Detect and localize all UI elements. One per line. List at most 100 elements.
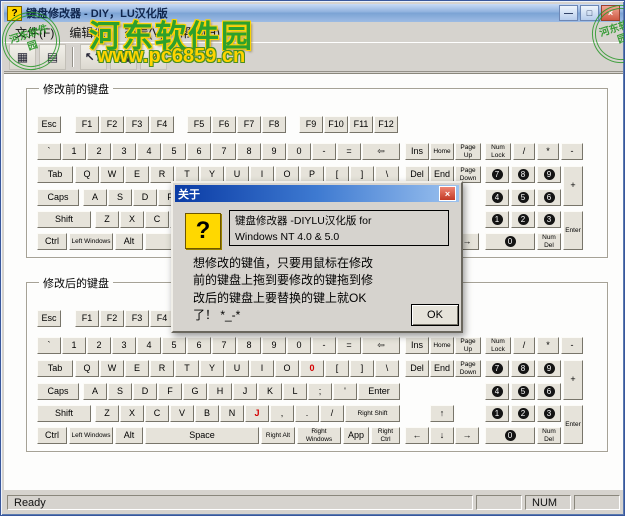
key-shift[interactable]: Shift [37,405,91,422]
key-w[interactable]: W [100,360,124,377]
key-7[interactable]: 7 [212,337,236,354]
key-j[interactable]: J [245,405,269,422]
key-backspace[interactable]: ⇦ [362,143,400,160]
key-n[interactable]: N [220,405,244,422]
key-d[interactable]: D [133,189,157,206]
key-enter[interactable]: Enter [563,405,583,444]
key-a[interactable]: A [83,189,107,206]
key-g[interactable]: G [183,383,207,400]
key-comma[interactable]: , [270,405,294,422]
key-num-lock[interactable]: Num Lock [485,337,511,354]
key-4[interactable]: 4 [485,189,509,206]
key-1[interactable]: 1 [485,211,509,228]
key-2[interactable]: 2 [87,337,111,354]
key-r[interactable]: R [150,360,174,377]
key-z[interactable]: Z [95,211,119,228]
key-6[interactable]: 6 [187,143,211,160]
key-home[interactable]: Home [430,143,454,160]
key-5[interactable]: 5 [511,383,535,400]
close-button[interactable]: × [601,5,620,21]
key-9[interactable]: 9 [262,143,286,160]
key-7[interactable]: 7 [212,143,236,160]
key-0[interactable]: 0 [485,233,535,250]
key-5[interactable]: 5 [162,337,186,354]
key-minus[interactable]: - [561,143,583,160]
key-7[interactable]: 7 [485,360,509,377]
key-app[interactable]: App [343,427,369,444]
key-6[interactable]: 6 [537,383,561,400]
key-num-lock[interactable]: Num Lock [485,143,511,160]
key-arrow-left[interactable]: ← [405,427,429,444]
key-q[interactable]: Q [75,360,99,377]
key-arrow-up[interactable]: ↑ [430,405,454,422]
key-e[interactable]: E [125,360,149,377]
key-4[interactable]: 4 [137,143,161,160]
key-i[interactable]: I [250,360,274,377]
key-j[interactable]: J [233,383,257,400]
key-9[interactable]: 9 [537,360,561,377]
key-1[interactable]: 1 [62,337,86,354]
key-f3[interactable]: F3 [125,310,149,327]
key-f12[interactable]: F12 [374,116,398,133]
key-tab[interactable]: Tab [37,166,73,183]
key-slash[interactable]: / [513,143,535,160]
key-plus[interactable]: + [563,360,583,400]
key-8[interactable]: 8 [511,166,535,183]
key-ins[interactable]: Ins [405,143,429,160]
key-8[interactable]: 8 [511,360,535,377]
key-bracket-close[interactable]: ] [350,360,374,377]
key-minus[interactable]: - [312,143,336,160]
key-backspace[interactable]: ⇦ [362,337,400,354]
key-backtick[interactable]: ` [37,143,61,160]
key-d[interactable]: D [133,383,157,400]
key-4[interactable]: 4 [485,383,509,400]
key-h[interactable]: H [208,383,232,400]
key-x[interactable]: X [120,211,144,228]
key-f2[interactable]: F2 [100,116,124,133]
key-f9[interactable]: F9 [299,116,323,133]
key-2[interactable]: 2 [511,405,535,422]
key-minus[interactable]: - [312,337,336,354]
key-u[interactable]: U [225,360,249,377]
key-right-shift[interactable]: Right Shift [345,405,400,422]
key-del[interactable]: Del [405,360,429,377]
key-esc[interactable]: Esc [37,310,61,327]
key-5[interactable]: 5 [162,143,186,160]
key-plus[interactable]: + [563,166,583,206]
key-3[interactable]: 3 [112,337,136,354]
maximize-button[interactable]: □ [580,5,599,21]
key-asterisk[interactable]: * [537,337,559,354]
key-minus[interactable]: - [561,337,583,354]
key-ctrl[interactable]: Ctrl [37,233,67,250]
key-3[interactable]: 3 [537,211,561,228]
key-enter[interactable]: Enter [358,383,400,400]
key-2[interactable]: 2 [511,211,535,228]
key-arrow-down[interactable]: ↓ [430,427,454,444]
key-equals[interactable]: = [337,337,361,354]
zoom-button[interactable] [110,44,137,70]
about-dialog-close-button[interactable]: × [439,186,456,201]
key-f1[interactable]: F1 [75,310,99,327]
key-s[interactable]: S [108,383,132,400]
key-num-del[interactable]: Num Del [537,427,561,444]
minimize-button[interactable]: — [559,5,578,21]
key-9[interactable]: 9 [537,166,561,183]
key-left-windows[interactable]: Left Windows [69,233,113,250]
key-page-up[interactable]: Page Up [455,143,481,160]
key-period[interactable]: . [295,405,319,422]
key-0[interactable]: 0 [485,427,535,444]
key-a[interactable]: A [83,383,107,400]
key-9[interactable]: 9 [262,337,286,354]
key-8[interactable]: 8 [237,143,261,160]
key-end[interactable]: End [430,360,454,377]
key-f4[interactable]: F4 [150,116,174,133]
key-space[interactable]: Space [145,427,259,444]
ok-button[interactable]: OK [411,304,459,326]
key-z[interactable]: Z [95,405,119,422]
key-0[interactable]: 0 [300,360,324,377]
key-6[interactable]: 6 [187,337,211,354]
key-q[interactable]: Q [75,166,99,183]
key-f11[interactable]: F11 [349,116,373,133]
drag-help-button[interactable]: ↖? [80,44,107,70]
key-t[interactable]: T [175,360,199,377]
